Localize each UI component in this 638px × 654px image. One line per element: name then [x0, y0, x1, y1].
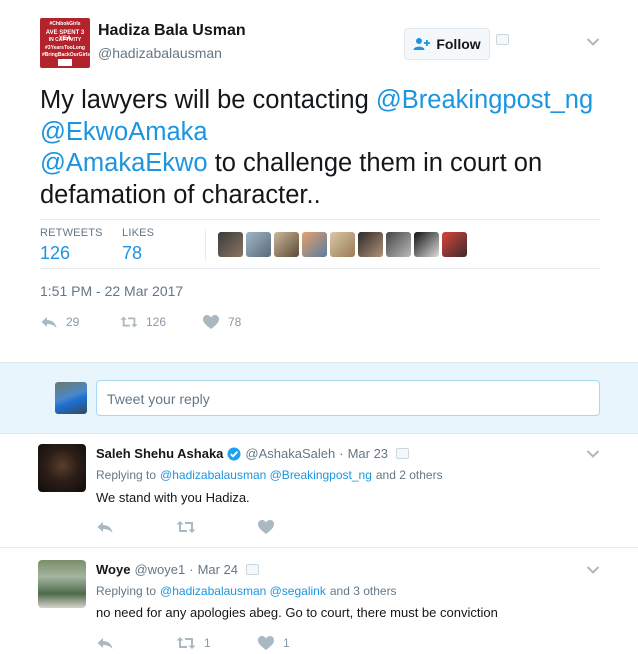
reply-author-avatar[interactable] [38, 444, 86, 492]
verified-badge-icon [227, 447, 241, 460]
reply-text: no need for any apologies abeg. Go to co… [96, 605, 498, 620]
avatar-text-line: IN CAPTIVITY [48, 37, 82, 43]
reply-header: Saleh Shehu Ashaka @AshakaSaleh · Mar 23 [96, 446, 410, 461]
divider [0, 547, 638, 548]
follow-button[interactable]: Follow [404, 28, 490, 60]
chevron-down-icon[interactable] [586, 565, 600, 575]
heart-icon[interactable] [257, 519, 275, 535]
like-action[interactable]: 78 [202, 314, 241, 330]
reply-author-avatar-image [38, 560, 86, 608]
liker-avatar[interactable] [302, 232, 327, 257]
translate-icon[interactable] [246, 564, 260, 575]
avatar-text-line: #3YearsTooLong [45, 45, 85, 51]
reply-author-name[interactable]: Woye [96, 562, 130, 577]
translate-icon[interactable] [496, 34, 509, 45]
replying-to: Replying to @hadizabalausman @Breakingpo… [96, 468, 443, 482]
reply-icon[interactable] [96, 519, 114, 535]
replying-to-mentions[interactable]: @hadizabalausman @segalink [160, 584, 326, 598]
liker-avatar[interactable] [218, 232, 243, 257]
user-avatar[interactable] [55, 382, 87, 414]
author-avatar[interactable]: #ChibokGirls AVE SPENT 3 YEA IN CAPTIVIT… [40, 18, 90, 68]
mention-link[interactable]: @EkwoAmaka [40, 118, 208, 146]
user-avatar-image [55, 382, 87, 414]
liker-avatar[interactable] [386, 232, 411, 257]
retweet-action[interactable]: 126 [120, 314, 166, 330]
translate-icon[interactable] [396, 448, 410, 459]
chevron-down-icon[interactable] [586, 449, 600, 459]
reply-author-name[interactable]: Saleh Shehu Ashaka [96, 446, 223, 461]
chevron-down-icon[interactable] [586, 37, 600, 47]
divider [205, 229, 206, 261]
liker-avatar[interactable] [330, 232, 355, 257]
liker-avatar[interactable] [274, 232, 299, 257]
retweets-label: RETWEETS [40, 227, 103, 239]
liker-avatar[interactable] [358, 232, 383, 257]
liker-avatar[interactable] [246, 232, 271, 257]
like-count: 1 [283, 636, 290, 650]
retweets-value[interactable]: 126 [40, 243, 70, 264]
reply-date[interactable]: Mar 23 [348, 446, 388, 461]
replying-to-label: Replying to [96, 584, 157, 598]
replying-to-others[interactable]: and 2 others [376, 468, 443, 482]
author-handle[interactable]: @hadizabalausman [98, 45, 222, 61]
likes-label: LIKES [122, 227, 155, 239]
heart-icon [203, 315, 219, 329]
liker-avatar[interactable] [414, 232, 439, 257]
heart-icon [258, 636, 274, 650]
tweet-text: My lawyers will be contacting @Breakingp… [40, 85, 610, 211]
separator-dot: · [339, 446, 344, 461]
retweet-count: 1 [204, 636, 211, 650]
liker-avatar[interactable] [442, 232, 467, 257]
reply-icon[interactable] [96, 635, 114, 651]
reply-header: Woye @woye1 · Mar 24 [96, 562, 260, 577]
author-name[interactable]: Hadiza Bala Usman [98, 22, 246, 40]
avatar-logo-block [58, 59, 72, 66]
retweet-icon [176, 637, 196, 649]
separator-dot: · [189, 562, 194, 577]
like-action[interactable]: 1 [257, 635, 290, 651]
replying-to-mentions[interactable]: @hadizabalausman @Breakingpost_ng [160, 468, 372, 482]
reply-action[interactable]: 29 [40, 314, 79, 330]
like-count: 78 [228, 315, 242, 329]
reply-author-handle[interactable]: @woye1 [134, 562, 185, 577]
reply-author-avatar-image [38, 444, 86, 492]
retweet-count: 126 [146, 315, 167, 329]
reply-author-avatar[interactable] [38, 560, 86, 608]
avatar-text-line: #ChibokGirls [49, 21, 81, 27]
tweet-timestamp[interactable]: 1:51 PM - 22 Mar 2017 [40, 283, 183, 299]
reply-text: We stand with you Hadiza. [96, 490, 250, 505]
reply-date[interactable]: Mar 24 [198, 562, 238, 577]
reply-input[interactable]: Tweet your reply [96, 380, 600, 416]
mention-link[interactable]: @AmakaEkwo [40, 149, 208, 177]
liker-avatars [218, 232, 467, 257]
follow-person-plus-icon [413, 38, 431, 50]
retweet-icon[interactable] [176, 519, 196, 535]
tweet-text-part: My lawyers will be contacting [40, 86, 376, 114]
reply-icon [41, 317, 57, 328]
reply-count: 29 [66, 315, 80, 329]
divider [40, 268, 600, 269]
divider [40, 219, 600, 220]
replying-to: Replying to @hadizabalausman @segalink a… [96, 584, 397, 598]
retweet-action[interactable]: 1 [176, 635, 211, 651]
replying-to-others[interactable]: and 3 others [330, 584, 397, 598]
avatar-text-line: #BringBackOurGirls [42, 52, 90, 58]
mention-link[interactable]: @Breakingpost_ng [376, 86, 593, 114]
likes-value[interactable]: 78 [122, 243, 142, 264]
retweet-icon [120, 316, 138, 328]
replying-to-label: Replying to [96, 468, 157, 482]
reply-author-handle[interactable]: @AshakaSaleh [245, 446, 335, 461]
follow-label: Follow [436, 36, 481, 52]
